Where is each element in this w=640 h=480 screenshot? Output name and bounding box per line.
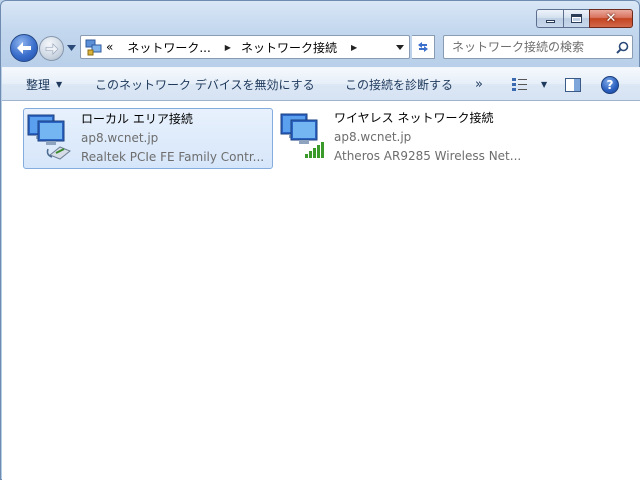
more-commands-label: » [475,77,483,92]
connection-network: ap8.wcnet.jp [81,131,159,145]
connection-details: ワイヤレス ネットワーク接続 ap8.wcnet.jp Atheros AR92… [334,109,521,166]
connection-name: ワイヤレス ネットワーク接続 [334,111,494,125]
connection-network: ap8.wcnet.jp [334,130,412,144]
breadcrumb-network[interactable]: ネットワーク... ▶ [127,39,231,56]
maximize-button[interactable] [563,9,589,28]
chevron-down-icon[interactable]: ▼ [541,80,547,89]
help-button[interactable]: ? [601,68,619,101]
connections-list: ローカル エリア接続 ap8.wcnet.jp Realtek PCIe FE … [2,101,640,480]
command-bar: 整理 ▼ このネットワーク デバイスを無効にする この接続を診断する » ▼ ? [2,67,640,101]
search-box[interactable] [443,35,633,59]
diagnose-connection-label: この接続を診断する [345,78,454,92]
connection-details: ローカル エリア接続 ap8.wcnet.jp Realtek PCIe FE … [81,110,264,167]
help-icon: ? [601,75,619,94]
connection-item-local-area[interactable]: ローカル エリア接続 ap8.wcnet.jp Realtek PCIe FE … [23,108,273,169]
disable-device-label: このネットワーク デバイスを無効にする [95,78,315,92]
network-connections-icon [83,37,103,57]
wired-network-icon [26,111,78,167]
close-button[interactable]: ✕ [589,9,633,28]
back-button[interactable] [10,34,38,62]
refresh-button[interactable] [412,35,435,59]
forward-arrow-icon [45,42,58,55]
connection-adapter: Atheros AR9285 Wireless Net... [334,149,522,163]
breadcrumb-label: ネットワーク... [127,40,211,55]
minimize-button[interactable] [536,9,563,28]
breadcrumb-overflow[interactable]: « [106,40,113,54]
breadcrumb-label: ネットワーク接続 [240,40,337,55]
diagnose-connection-button[interactable]: この接続を診断する [345,68,453,101]
forward-button[interactable] [39,36,64,61]
signal-strength-icon [305,142,324,158]
preview-pane-icon [565,77,581,92]
organize-label: 整理 [26,78,51,92]
breadcrumb-arrow-icon[interactable]: ▶ [225,43,231,52]
chevron-down-icon: ▼ [56,80,63,89]
navigation-bar: « ネットワーク... ▶ ネットワーク接続 ▶ [1,31,640,65]
breadcrumb-network-connections[interactable]: ネットワーク接続 ▶ [241,39,357,56]
address-bar[interactable]: « ネットワーク... ▶ ネットワーク接続 ▶ [80,35,410,59]
breadcrumb-arrow-icon[interactable]: ▶ [351,43,357,52]
view-options-icon [512,77,527,91]
wireless-network-icon [279,110,331,166]
close-icon: ✕ [605,11,617,26]
maximize-icon [571,14,582,23]
minimize-icon [545,20,555,23]
disable-device-button[interactable]: このネットワーク デバイスを無効にする [95,68,315,101]
caption-buttons: ✕ [536,9,633,28]
chevron-down-icon [66,45,76,51]
connection-adapter: Realtek PCIe FE Family Contr... [81,150,265,164]
back-arrow-icon [17,42,31,54]
refresh-icon [418,42,428,52]
more-commands-button[interactable]: » [475,68,483,101]
explorer-window: ✕ « ネットワーク... ▶ ネットワーク接続 ▶ ネットワーク接続の検索 整… [0,0,640,480]
address-dropdown-button[interactable] [391,36,409,58]
connection-name: ローカル エリア接続 [81,112,193,126]
preview-pane-button[interactable] [565,68,581,101]
chevron-down-icon [396,44,404,50]
organize-button[interactable]: 整理 ▼ [26,68,62,101]
search-input[interactable] [444,37,612,57]
recent-pages-button[interactable] [65,42,77,54]
connection-item-wireless[interactable]: ワイヤレス ネットワーク接続 ap8.wcnet.jp Atheros AR92… [277,108,527,169]
change-view-button[interactable]: ▼ [511,68,547,101]
search-icon[interactable] [612,41,632,54]
